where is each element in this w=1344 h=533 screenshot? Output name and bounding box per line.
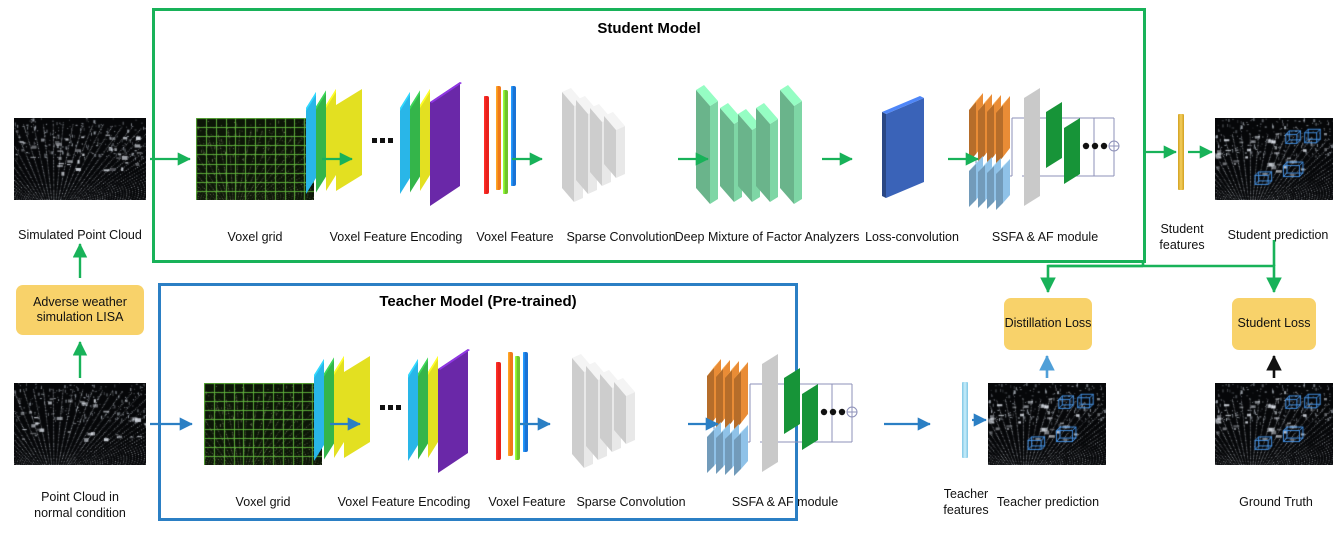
flow-connectors [72,145,1282,431]
